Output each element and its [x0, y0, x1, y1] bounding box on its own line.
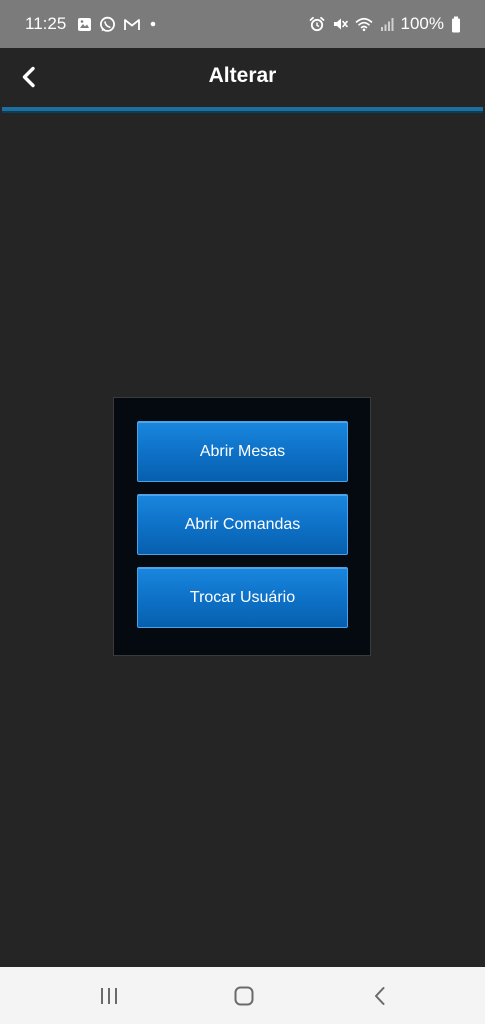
dot-icon	[148, 19, 158, 29]
status-time: 11:25	[25, 14, 67, 33]
status-bar: 11:25 100%	[0, 0, 485, 48]
alarm-icon	[309, 16, 325, 32]
battery-icon	[451, 16, 461, 33]
status-right: 100%	[309, 14, 461, 34]
menu-panel: Abrir Mesas Abrir Comandas Trocar Usuári…	[113, 397, 371, 656]
app-header: Alterar	[0, 48, 485, 106]
gmail-icon	[123, 17, 141, 32]
mute-icon	[332, 16, 348, 32]
open-orders-button[interactable]: Abrir Comandas	[137, 494, 348, 555]
recents-button[interactable]	[94, 981, 124, 1011]
app-screen: 11:25 100% Alterar Abrir Mesas Abrir Com…	[0, 0, 485, 1024]
navigation-bar	[0, 967, 485, 1024]
home-icon	[234, 986, 254, 1006]
nav-back-button[interactable]	[365, 981, 395, 1011]
battery-percent: 100%	[400, 14, 444, 33]
whatsapp-icon	[99, 16, 116, 33]
header-divider	[2, 107, 483, 113]
image-icon	[77, 17, 92, 32]
open-tables-button[interactable]: Abrir Mesas	[137, 421, 348, 482]
status-left: 11:25	[25, 14, 158, 34]
home-button[interactable]	[229, 981, 259, 1011]
switch-user-button[interactable]: Trocar Usuário	[137, 567, 348, 628]
signal-icon	[380, 16, 394, 32]
back-icon	[375, 987, 385, 1005]
wifi-icon	[355, 16, 373, 32]
page-title: Alterar	[208, 64, 277, 87]
recents-icon	[101, 988, 117, 1004]
